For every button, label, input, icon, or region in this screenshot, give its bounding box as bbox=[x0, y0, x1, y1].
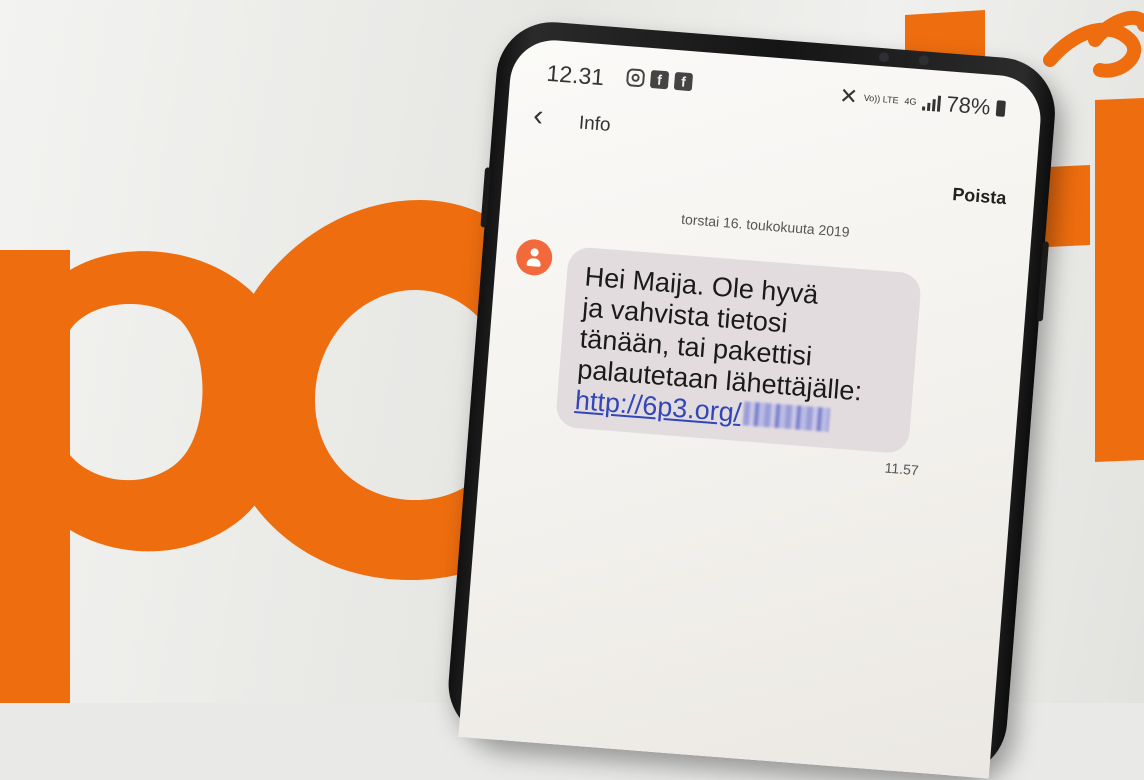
contact-name: Info bbox=[578, 112, 612, 136]
blurred-link-part bbox=[742, 401, 830, 432]
signal-icon bbox=[921, 94, 942, 112]
phone-screen: 12.31 f f ✕ Vo)) LTE 4G 78% ‹ Info Poist… bbox=[458, 37, 1044, 779]
notification-icons: f f bbox=[625, 68, 694, 92]
battery-level: 78% bbox=[945, 91, 992, 120]
logo-ribbon-icon bbox=[1043, 10, 1144, 78]
mute-icon: ✕ bbox=[838, 82, 859, 110]
back-button[interactable]: ‹ bbox=[532, 99, 545, 133]
contact-avatar-icon[interactable] bbox=[514, 238, 554, 277]
status-icons: ✕ Vo)) LTE 4G 78% bbox=[838, 83, 1006, 122]
facebook-icon: f bbox=[649, 69, 670, 90]
network-type: 4G bbox=[904, 95, 917, 107]
instagram-icon bbox=[625, 68, 646, 88]
volte-indicator: Vo)) LTE bbox=[863, 92, 899, 105]
smartphone: 12.31 f f ✕ Vo)) LTE 4G 78% ‹ Info Poist… bbox=[444, 18, 1060, 780]
message-time: 11.57 bbox=[884, 459, 920, 479]
message-bubble[interactable]: Hei Maija. Ole hyvä ja vahvista tietosi … bbox=[554, 246, 923, 455]
facebook-icon: f bbox=[673, 71, 694, 92]
logo-letter-i bbox=[1095, 98, 1144, 462]
battery-icon bbox=[995, 100, 1006, 117]
delete-button[interactable]: Poista bbox=[952, 184, 1007, 209]
date-separator: torstai 16. toukokuuta 2019 bbox=[680, 210, 851, 241]
status-time: 12.31 bbox=[545, 59, 606, 91]
